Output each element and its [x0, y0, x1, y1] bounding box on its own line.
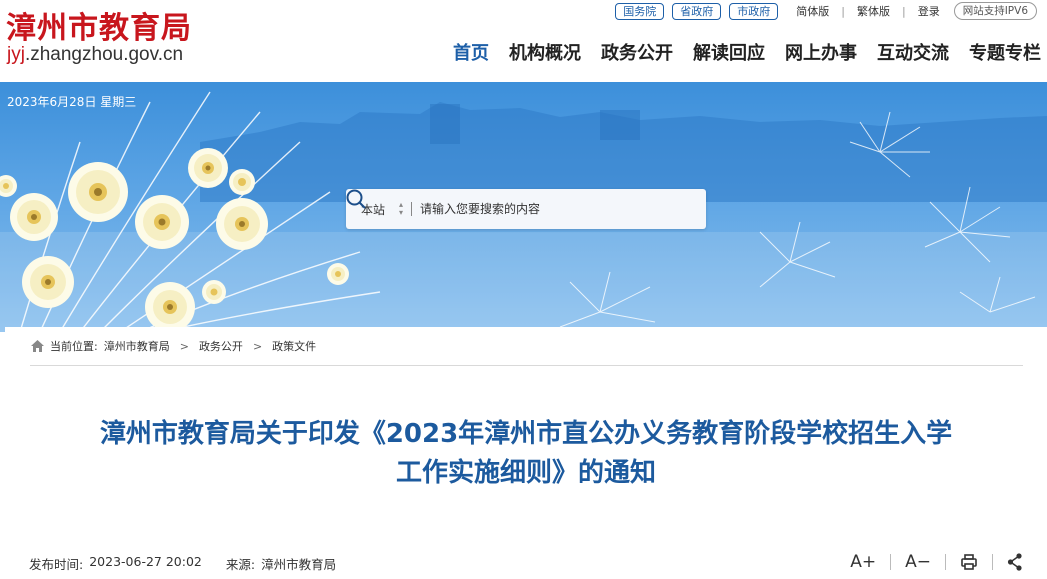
article-tools: A+ A−	[850, 552, 1023, 572]
breadcrumb-item-bureau[interactable]: 漳州市教育局	[104, 338, 170, 354]
divider	[890, 554, 892, 570]
search-input[interactable]	[420, 202, 651, 216]
logo-url-prefix: jyj	[7, 44, 25, 65]
divider: |	[841, 4, 845, 18]
search-icon[interactable]	[346, 189, 366, 209]
top-links-bar: 国务院 省政府 市政府 简体版 | 繁体版 | 登录 网站支持IPV6	[615, 2, 1037, 20]
breadcrumb-separator: >	[252, 339, 263, 353]
nav-home[interactable]: 首页	[453, 42, 489, 66]
breadcrumb-item-policy-docs[interactable]: 政策文件	[272, 338, 316, 354]
nav-organization[interactable]: 机构概况	[509, 42, 581, 66]
lang-traditional-link[interactable]: 繁体版	[857, 3, 890, 19]
page: 漳州市教育局 jyj.zhangzhou.gov.cn 国务院 省政府 市政府 …	[0, 0, 1047, 579]
hero-banner: 2023年6月28日 星期三 本站 ▴ ▾	[0, 82, 1047, 332]
breadcrumb-item-gov-affairs[interactable]: 政务公开	[199, 338, 243, 354]
breadcrumb-label: 当前位置:	[50, 340, 98, 353]
breadcrumb: 当前位置: 漳州市教育局 > 政务公开 > 政策文件	[30, 338, 316, 354]
link-province-gov[interactable]: 省政府	[672, 2, 722, 20]
search-divider	[411, 202, 413, 216]
font-larger-button[interactable]: A+	[850, 552, 876, 572]
nav-online-services[interactable]: 网上办事	[785, 42, 857, 66]
current-date: 2023年6月28日 星期三	[7, 95, 137, 109]
publish-time-label: 发布时间:	[29, 557, 84, 572]
divider: |	[901, 4, 906, 18]
search-bar: 本站 ▴ ▾	[346, 189, 706, 229]
ipv6-badge: 网站支持IPV6	[953, 2, 1037, 20]
login-link[interactable]: 登录	[918, 3, 940, 19]
updown-arrows-icon: ▴ ▾	[399, 200, 404, 217]
divider-line	[30, 365, 1023, 366]
site-logo-title[interactable]: 漳州市教育局	[6, 3, 192, 47]
print-button[interactable]	[960, 553, 978, 571]
search-scope-select[interactable]: 本站 ▴ ▾	[361, 201, 403, 218]
divider	[992, 554, 993, 570]
nav-interpretation[interactable]: 解读回应	[693, 42, 765, 66]
nav-special-topics[interactable]: 专题专栏	[969, 42, 1041, 66]
main-nav: 首页 机构概况 政务公开 解读回应 网上办事 互动交流 专题专栏	[433, 42, 1041, 66]
nav-gov-affairs[interactable]: 政务公开	[601, 42, 673, 66]
nav-interaction[interactable]: 互动交流	[877, 42, 949, 66]
article-title-line1: 漳州市教育局关于印发《2023年漳州市直公办义务教育阶段学校招生入学	[99, 419, 953, 449]
share-icon	[1007, 553, 1022, 571]
article-title: 漳州市教育局关于印发《2023年漳州市直公办义务教育阶段学校招生入学 工作实施细…	[45, 415, 1007, 493]
print-icon	[961, 554, 977, 570]
lang-simplified-link[interactable]: 简体版	[796, 3, 829, 19]
home-icon	[31, 340, 44, 352]
publish-time: 2023-06-27 20:02	[89, 554, 202, 569]
article-meta: 发布时间: 2023-06-27 20:02 来源: 漳州市教育局	[29, 554, 342, 573]
site-header: 漳州市教育局 jyj.zhangzhou.gov.cn 国务院 省政府 市政府 …	[0, 0, 1047, 82]
logo-url-domain: .zhangzhou.gov.cn	[24, 44, 184, 65]
divider	[945, 554, 946, 570]
link-state-council[interactable]: 国务院	[615, 2, 665, 20]
link-city-gov[interactable]: 市政府	[729, 2, 779, 20]
source-label: 来源:	[225, 557, 256, 572]
site-logo-url[interactable]: jyj.zhangzhou.gov.cn	[7, 44, 183, 66]
font-smaller-button[interactable]: A−	[905, 552, 931, 572]
article-title-line2: 工作实施细则》的通知	[395, 458, 656, 488]
share-button[interactable]	[1007, 553, 1023, 571]
article-panel: 当前位置: 漳州市教育局 > 政务公开 > 政策文件 漳州市教育局关于印发《20…	[5, 327, 1047, 579]
breadcrumb-separator: >	[179, 339, 189, 353]
source-value: 漳州市教育局	[261, 557, 337, 572]
